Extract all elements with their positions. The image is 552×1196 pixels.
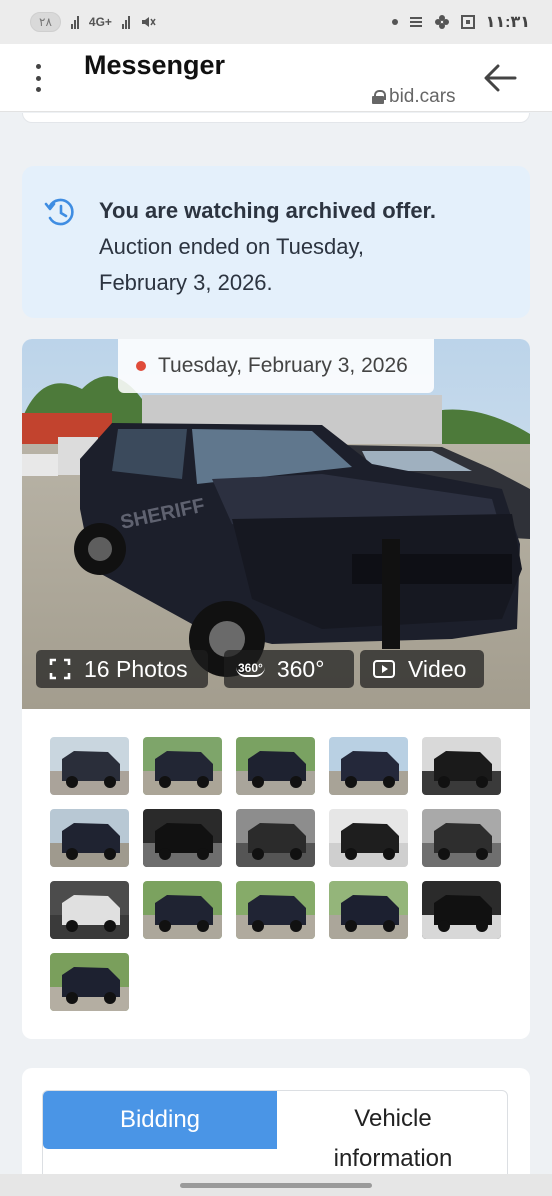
notice-heading: You are watching archived offer. xyxy=(99,198,437,223)
status-bar-left: ٢٨ 4G+ xyxy=(30,12,156,32)
panorama-button[interactable]: 360° 360° xyxy=(224,650,354,688)
notice-text: You are watching archived offer. Auction… xyxy=(99,193,519,301)
dot-icon xyxy=(391,19,398,25)
signal-icon-2 xyxy=(121,15,130,29)
thumbnail-image xyxy=(50,953,129,1011)
thumbnail-5[interactable] xyxy=(422,737,501,795)
auction-date-badge: Tuesday, February 3, 2026 xyxy=(118,339,434,393)
page-content: You are watching archived offer. Auction… xyxy=(0,113,552,1196)
play-icon xyxy=(373,660,395,678)
clock: ١١:٣١ xyxy=(485,14,530,31)
thumbnail-image xyxy=(422,737,501,795)
thumbnail-image xyxy=(329,737,408,795)
thumbnail-image xyxy=(143,809,222,867)
thumbnail-image xyxy=(50,737,129,795)
network-type: 4G+ xyxy=(88,15,112,29)
signal-icon xyxy=(70,15,79,29)
url-display[interactable]: bid.cars xyxy=(372,86,456,108)
lock-icon xyxy=(372,90,386,104)
history-icon xyxy=(44,198,74,226)
thumbnail-12[interactable] xyxy=(143,881,222,939)
thumbnail-1[interactable] xyxy=(50,737,129,795)
thumbnail-image xyxy=(143,881,222,939)
notice-line-2: February 3, 2026. xyxy=(99,270,273,295)
thumbnail-image xyxy=(236,881,315,939)
app-bar: Messenger bid.cars xyxy=(0,44,552,112)
notice-line-1: Auction ended on Tuesday, xyxy=(99,234,365,259)
thumbnail-3[interactable] xyxy=(236,737,315,795)
status-bar-right: ١١:٣١ xyxy=(391,12,530,32)
panorama-icon: 360° xyxy=(236,661,265,677)
gallery-card: SHERIFF Tuesday, February 3, 2026 16 Pho… xyxy=(22,339,530,1039)
more-options-icon[interactable] xyxy=(30,64,46,92)
app-title: Messenger xyxy=(84,50,226,80)
thumbnail-4[interactable] xyxy=(329,737,408,795)
tab-vehicle-line-2: information xyxy=(333,1145,453,1172)
thumbnail-10[interactable] xyxy=(422,809,501,867)
thumbnail-image xyxy=(50,881,129,939)
previous-card xyxy=(22,113,530,123)
screenshot-icon xyxy=(460,15,475,29)
thumbnail-image xyxy=(422,881,501,939)
back-arrow-icon[interactable] xyxy=(482,62,518,94)
thumbnail-image xyxy=(236,737,315,795)
fullscreen-icon xyxy=(49,658,71,680)
status-bar: ٢٨ 4G+ ١١:٣١ xyxy=(0,0,552,44)
thumbnail-image xyxy=(329,881,408,939)
archived-notice: You are watching archived offer. Auction… xyxy=(22,166,530,318)
thumbnail-7[interactable] xyxy=(143,809,222,867)
thumbnail-9[interactable] xyxy=(329,809,408,867)
home-handle[interactable] xyxy=(180,1183,372,1188)
flower-icon xyxy=(434,15,449,29)
photos-button[interactable]: 16 Photos xyxy=(36,650,208,688)
video-label: Video xyxy=(408,655,467,682)
thumbnail-image xyxy=(236,809,315,867)
data-saver-icon xyxy=(409,17,422,27)
thumbnail-image xyxy=(422,809,501,867)
mute-icon xyxy=(141,17,156,27)
thumbnail-16[interactable] xyxy=(50,953,129,1011)
thumbnail-image xyxy=(143,737,222,795)
live-dot xyxy=(136,361,146,371)
thumbnail-2[interactable] xyxy=(143,737,222,795)
panorama-label: 360° xyxy=(276,655,325,682)
url-text: bid.cars xyxy=(389,86,456,107)
notification-pill: ٢٨ xyxy=(30,12,61,32)
thumbnail-13[interactable] xyxy=(236,881,315,939)
thumbnail-11[interactable] xyxy=(50,881,129,939)
gesture-bar xyxy=(0,1174,552,1196)
thumbnail-image xyxy=(50,809,129,867)
thumbnail-8[interactable] xyxy=(236,809,315,867)
auction-date: Tuesday, February 3, 2026 xyxy=(158,354,408,377)
tab-bidding[interactable]: Bidding xyxy=(43,1091,277,1149)
thumbnail-14[interactable] xyxy=(329,881,408,939)
photos-label: 16 Photos xyxy=(84,655,188,682)
video-button[interactable]: Video xyxy=(360,650,484,688)
thumbnail-6[interactable] xyxy=(50,809,129,867)
thumbnail-image xyxy=(329,809,408,867)
tab-vehicle-line-1: Vehicle xyxy=(354,1105,432,1132)
thumbnail-15[interactable] xyxy=(422,881,501,939)
